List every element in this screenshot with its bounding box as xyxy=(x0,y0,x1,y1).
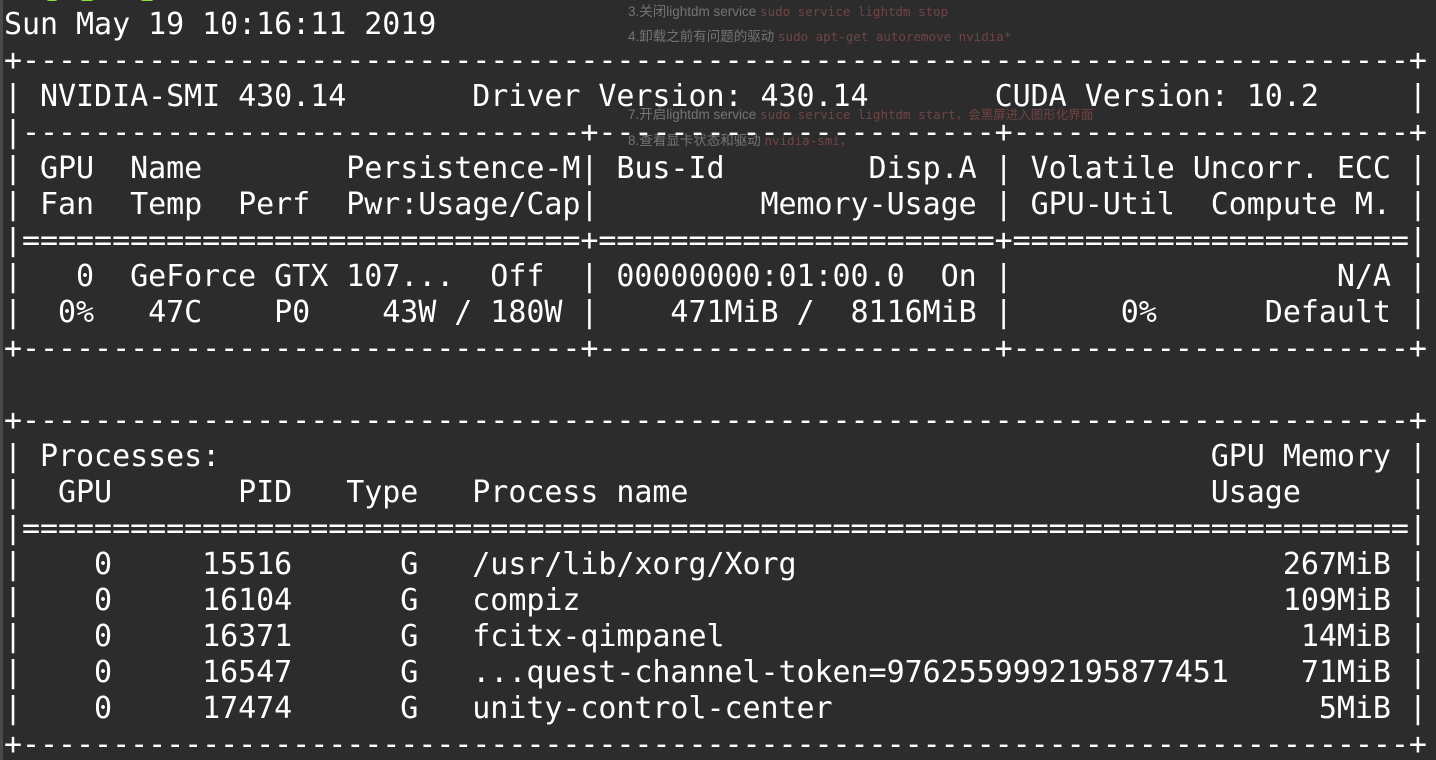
window-border xyxy=(0,0,3,760)
process-row: | 0 15516 G /usr/lib/xorg/Xorg 267MiB | xyxy=(4,547,1427,582)
summary-header-separator: |===============================+=======… xyxy=(4,223,1427,258)
previous-prompt-fragment xyxy=(46,0,186,2)
processes-column-header: | GPU PID Type Process name Usage | xyxy=(4,475,1427,510)
processes-header-separator: |=======================================… xyxy=(4,511,1427,546)
processes-border-top: +---------------------------------------… xyxy=(4,403,1427,438)
summary-separator: |-------------------------------+-------… xyxy=(4,115,1427,150)
processes-title-line: | Processes: GPU Memory | xyxy=(4,439,1427,474)
process-row: | 0 16371 G fcitx-qimpanel 14MiB | xyxy=(4,619,1427,654)
background-note-3: 3.关闭lightdm service sudo service lightdm… xyxy=(628,4,949,19)
process-row: | 0 16547 G ...quest-channel-token=97625… xyxy=(4,655,1427,690)
summary-border-bottom: +-------------------------------+-------… xyxy=(4,331,1427,366)
smi-header-line: | NVIDIA-SMI 430.14 Driver Version: 430.… xyxy=(4,79,1427,114)
process-row: | 0 16104 G compiz 109MiB | xyxy=(4,583,1427,618)
process-row: | 0 17474 G unity-control-center 5MiB | xyxy=(4,691,1427,726)
gpu-row-1: | 0 GeForce GTX 107... Off | 00000000:01… xyxy=(4,259,1427,294)
terminal-window[interactable]: 3.关闭lightdm service sudo service lightdm… xyxy=(0,0,1436,760)
summary-border-top: +---------------------------------------… xyxy=(4,43,1427,78)
processes-border-bottom: +---------------------------------------… xyxy=(4,727,1427,760)
gpu-column-header-1: | GPU Name Persistence-M| Bus-Id Disp.A … xyxy=(4,151,1427,186)
gpu-row-2: | 0% 47C P0 43W / 180W | 471MiB / 8116Mi… xyxy=(4,295,1427,330)
timestamp-line: Sun May 19 10:16:11 2019 xyxy=(4,7,437,42)
gpu-column-header-2: | Fan Temp Perf Pwr:Usage/Cap| Memory-Us… xyxy=(4,187,1427,222)
